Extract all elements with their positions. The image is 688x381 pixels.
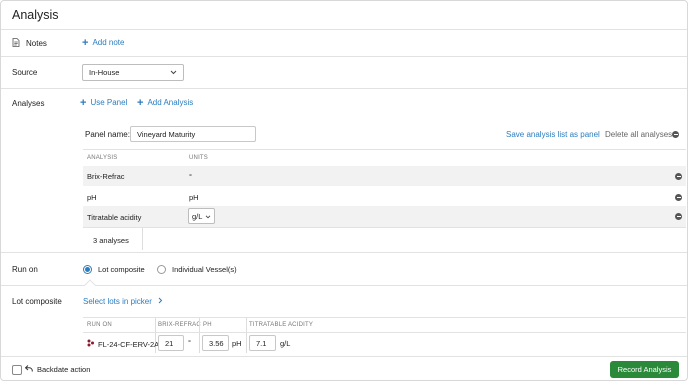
use-panel-button[interactable]: + Use Panel bbox=[80, 96, 128, 109]
lot-cell: FL-24-CF-ERV-2A bbox=[87, 339, 159, 349]
radio-label: Lot composite bbox=[98, 265, 145, 274]
document-icon bbox=[12, 38, 20, 49]
units-select[interactable]: g/L bbox=[188, 208, 215, 224]
ph-unit: pH bbox=[232, 339, 242, 348]
run-on-label: Run on bbox=[12, 265, 38, 274]
radio-individual-vessels[interactable]: Individual Vessel(s) bbox=[157, 265, 237, 274]
table-row bbox=[83, 166, 686, 186]
divider bbox=[1, 285, 687, 286]
ph-input[interactable]: 3.56 bbox=[202, 335, 229, 351]
analysis-units: ° bbox=[189, 172, 192, 181]
units-selected: g/L bbox=[192, 211, 203, 221]
brix-input[interactable]: 21 bbox=[158, 335, 184, 351]
add-note-link[interactable]: + Add note bbox=[82, 36, 125, 49]
backdate-label-group: Backdate action bbox=[24, 365, 91, 374]
source-select[interactable]: In-House bbox=[82, 64, 184, 81]
brix-value: 21 bbox=[165, 338, 174, 348]
ph-value: 3.56 bbox=[209, 338, 224, 348]
brix-unit: ° bbox=[188, 338, 191, 347]
divider bbox=[1, 356, 687, 357]
use-panel-label: Use Panel bbox=[90, 98, 128, 107]
remove-row-icon[interactable] bbox=[675, 213, 682, 220]
chevron-down-icon bbox=[170, 68, 177, 77]
backdate-checkbox[interactable] bbox=[12, 365, 22, 375]
add-analysis-label: Add Analysis bbox=[147, 98, 194, 107]
count-divider bbox=[142, 228, 143, 250]
table-divider bbox=[83, 317, 686, 318]
select-lots-label: Select lots in picker bbox=[83, 297, 152, 306]
grapes-icon bbox=[87, 339, 95, 349]
save-panel-link[interactable]: Save analysis list as panel bbox=[506, 130, 600, 139]
backdate-label: Backdate action bbox=[37, 365, 91, 374]
radio-unselected-icon bbox=[157, 265, 166, 274]
divider bbox=[1, 88, 687, 89]
plus-icon: + bbox=[137, 96, 144, 109]
analysis-name: pH bbox=[87, 193, 97, 202]
delete-all-icon[interactable] bbox=[672, 131, 679, 138]
panel-name-label: Panel name: bbox=[85, 130, 130, 139]
panel-name-value: Vineyard Maturity bbox=[137, 129, 196, 139]
radio-selected-icon bbox=[83, 265, 92, 274]
divider bbox=[1, 29, 687, 30]
column-header-ph: PH bbox=[203, 322, 212, 328]
ta-unit: g/L bbox=[280, 339, 291, 348]
table-divider bbox=[83, 149, 686, 150]
analyses-count: 3 analyses bbox=[93, 236, 129, 245]
column-divider bbox=[246, 318, 247, 353]
add-analysis-button[interactable]: + Add Analysis bbox=[137, 96, 194, 109]
lot-composite-label: Lot composite bbox=[12, 297, 62, 306]
record-analysis-button[interactable]: Record Analysis bbox=[610, 361, 679, 378]
analysis-name: Brix-Refrac bbox=[87, 172, 125, 181]
plus-icon: + bbox=[80, 96, 87, 109]
panel-name-input[interactable]: Vineyard Maturity bbox=[130, 126, 256, 142]
analysis-name: Titratable acidity bbox=[87, 213, 142, 222]
remove-row-icon[interactable] bbox=[675, 173, 682, 180]
page-title: Analysis bbox=[12, 8, 59, 22]
chevron-down-icon bbox=[205, 212, 211, 221]
column-header-units: UNITS bbox=[189, 155, 208, 161]
column-header-brix: BRIX-REFRAC bbox=[158, 322, 201, 328]
table-row bbox=[83, 206, 686, 227]
remove-row-icon[interactable] bbox=[675, 194, 682, 201]
add-note-label: Add note bbox=[92, 38, 125, 47]
chevron-right-icon bbox=[158, 297, 163, 306]
select-lots-link[interactable]: Select lots in picker bbox=[83, 297, 163, 306]
undo-arrow-icon bbox=[24, 365, 33, 374]
radio-lot-composite[interactable]: Lot composite bbox=[83, 265, 145, 274]
divider bbox=[1, 252, 687, 253]
source-selected: In-House bbox=[89, 68, 120, 77]
column-header-ta: TITRATABLE ACIDITY bbox=[249, 322, 314, 328]
ta-input[interactable]: 7.1 bbox=[249, 335, 276, 351]
divider bbox=[1, 56, 687, 57]
column-header-analysis: ANALYSIS bbox=[87, 155, 118, 161]
lot-code: FL-24-CF-ERV-2A bbox=[98, 339, 160, 349]
source-label: Source bbox=[12, 68, 38, 77]
delete-all-analyses-link[interactable]: Delete all analyses bbox=[605, 130, 672, 139]
table-divider bbox=[83, 332, 686, 333]
table-divider bbox=[83, 227, 686, 228]
column-divider bbox=[199, 318, 200, 353]
column-header-run-on: RUN ON bbox=[87, 322, 112, 328]
notes-label: Notes bbox=[26, 39, 47, 48]
ta-value: 7.1 bbox=[256, 338, 267, 348]
analysis-units: pH bbox=[189, 193, 199, 202]
analyses-label: Analyses bbox=[12, 99, 45, 108]
plus-icon: + bbox=[82, 36, 89, 49]
notes-row-label: Notes bbox=[12, 38, 47, 49]
radio-label: Individual Vessel(s) bbox=[172, 265, 237, 274]
